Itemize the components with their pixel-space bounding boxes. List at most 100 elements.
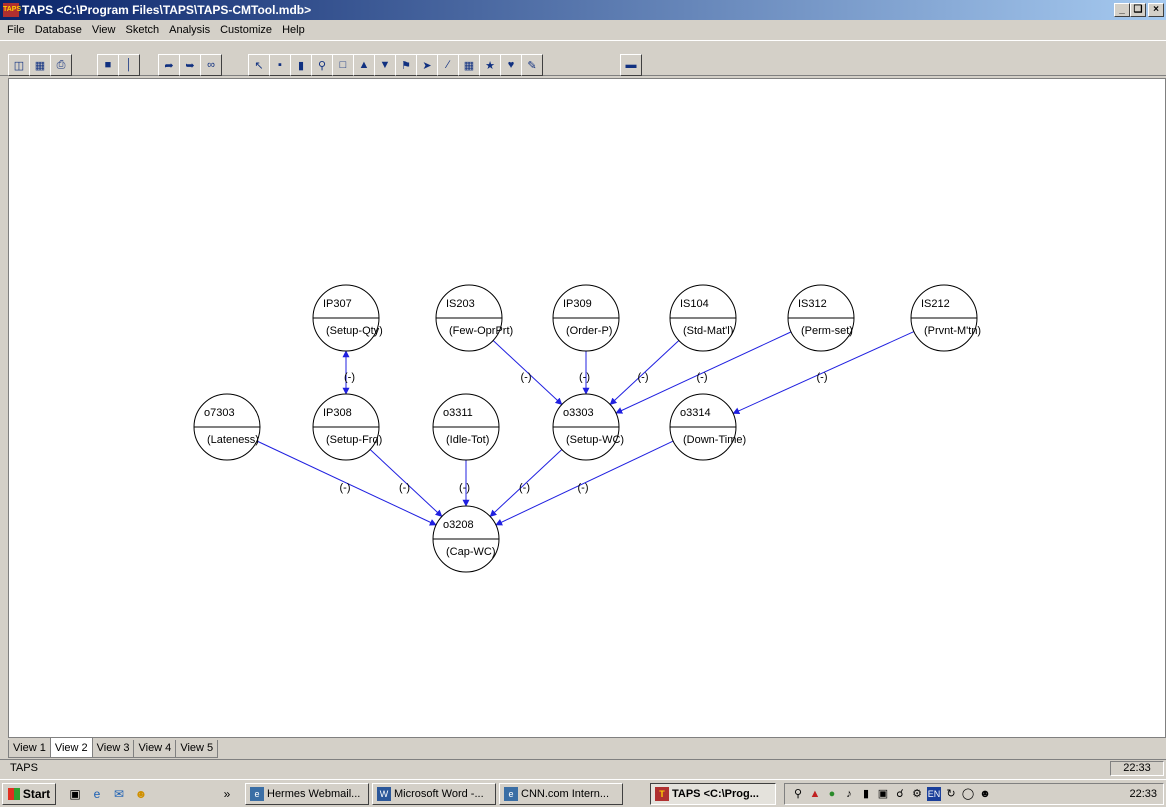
node-o3311[interactable]: o3311 (Idle-Tot) — [432, 393, 500, 461]
tab-view-5[interactable]: View 5 — [175, 740, 219, 758]
menu-database[interactable]: Database — [30, 24, 87, 36]
menu-bar: File Database View Sketch Analysis Custo… — [0, 20, 1166, 39]
node-id-label: o3311 — [443, 407, 473, 419]
outlook-icon[interactable]: ✉ — [110, 786, 128, 802]
system-tray: ⚲ ▲ ● ♪ ▮ ▣ ☌ ⚙ EN ↻ ◯ ☻ 22:33 — [784, 783, 1164, 805]
windows-flag-icon — [7, 788, 20, 800]
menu-help[interactable]: Help — [277, 24, 310, 36]
task-cnn[interactable]: e CNN.com Intern... — [499, 783, 623, 805]
node-id-label: o3303 — [563, 407, 594, 419]
tab-view-2[interactable]: View 2 — [49, 738, 93, 758]
globe-icon[interactable]: ◯ — [961, 787, 975, 801]
node-is312[interactable]: IS312 (Perm-set) — [787, 284, 855, 352]
node-id-label: o7303 — [204, 407, 235, 419]
star-icon[interactable]: ★ — [479, 54, 501, 76]
triangle-up-icon[interactable]: ▲ — [353, 54, 375, 76]
select-icon[interactable]: ↖ — [248, 54, 270, 76]
arrow-icon[interactable]: ➤ — [416, 54, 438, 76]
diagram-canvas[interactable]: (-) (-) (-) (-) (-) (-) (-) (-) (-) (-) (-) IP307 (… — [8, 78, 1166, 738]
bar-icon[interactable]: │ — [118, 54, 140, 76]
connect-icon[interactable]: ▪ — [269, 54, 291, 76]
task-taps[interactable]: T TAPS <C:\Prog... — [650, 783, 776, 805]
grid-icon[interactable]: ▦ — [458, 54, 480, 76]
menu-file[interactable]: File — [2, 24, 30, 36]
task-hermes-webmail[interactable]: e Hermes Webmail... — [245, 783, 369, 805]
node-ip308[interactable]: IP308 (Setup-Frq) — [312, 393, 382, 461]
redo-icon[interactable]: ➦ — [158, 54, 180, 76]
node-is212[interactable]: IS212 (Prvnt-M'tn) — [910, 284, 981, 352]
toolbar: ◫ ▦ ⎙ ■ │ ➦ ➥ ∞ ↖ ▪ ▮ ⚲ □ ▲ ▼ ⚑ ➤ ∕ ▦ ★ … — [0, 40, 1166, 76]
menu-customize[interactable]: Customize — [215, 24, 277, 36]
menu-sketch[interactable]: Sketch — [120, 24, 164, 36]
node-id-label: o3208 — [443, 519, 474, 531]
desktop-icon[interactable]: ▣ — [66, 786, 84, 802]
sync-icon[interactable]: ↻ — [944, 787, 958, 801]
speaker-icon[interactable]: ♪ — [842, 787, 856, 801]
tab-view-1[interactable]: View 1 — [8, 740, 51, 758]
display-icon[interactable]: ▣ — [876, 787, 890, 801]
status-text: TAPS — [10, 762, 38, 774]
language-indicator[interactable]: EN — [927, 787, 941, 801]
magnifier-icon[interactable]: ☌ — [893, 787, 907, 801]
maximize-button[interactable]: ❑ — [1130, 3, 1146, 17]
status-time: 22:33 — [1110, 761, 1164, 776]
view-tabs: View 1 View 2 View 3 View 4 View 5 — [8, 738, 219, 758]
node-o3303[interactable]: o3303 (Setup-WC) — [552, 393, 624, 461]
node-ip309[interactable]: IP309 (Order-P) — [552, 284, 620, 352]
note-icon[interactable]: ✎ — [521, 54, 543, 76]
link-icon[interactable]: ∞ — [200, 54, 222, 76]
search-icon[interactable]: ⚲ — [791, 787, 805, 801]
gray-box-icon[interactable]: ■ — [97, 54, 119, 76]
node-id-label: IS104 — [680, 298, 709, 310]
tab-view-4[interactable]: View 4 — [133, 740, 177, 758]
node-is203[interactable]: IS203 (Few-OprPrt) — [435, 284, 513, 352]
zoom-icon[interactable]: ⚲ — [311, 54, 333, 76]
node-name-label: (Prvnt-M'tn) — [924, 325, 981, 337]
task-microsoft-word[interactable]: W Microsoft Word -... — [372, 783, 496, 805]
node-is104[interactable]: IS104 (Std-Mat'l) — [669, 284, 737, 352]
taskbar-clock: 22:33 — [1129, 788, 1157, 800]
ruler-icon[interactable]: ▬ — [620, 54, 642, 76]
tab-view-3[interactable]: View 3 — [91, 740, 135, 758]
menu-analysis[interactable]: Analysis — [164, 24, 215, 36]
edge-sign-label: (-) — [578, 482, 589, 494]
node-id-label: IP307 — [323, 298, 352, 310]
person-icon[interactable]: ☻ — [978, 787, 992, 801]
save-icon[interactable]: ▦ — [29, 54, 51, 76]
node-o3314[interactable]: o3314 (Down-Time) — [669, 393, 746, 461]
start-button[interactable]: Start — [2, 783, 56, 805]
cause-effect-diagram[interactable]: (-) (-) (-) (-) (-) (-) (-) (-) (-) (-) (-) IP307 (… — [9, 79, 1166, 739]
undo-icon[interactable]: ➥ — [179, 54, 201, 76]
flag-icon[interactable]: ⚑ — [395, 54, 417, 76]
menu-view[interactable]: View — [87, 24, 121, 36]
node-name-label: (Perm-set) — [801, 325, 853, 337]
bars-icon[interactable]: ▮ — [290, 54, 312, 76]
taps-app-icon[interactable]: TAPS — [3, 3, 21, 17]
node-o7303[interactable]: o7303 (Lateness) — [193, 393, 261, 461]
node-name-label: (Setup-WC) — [566, 434, 624, 446]
node-id-label: o3314 — [680, 407, 711, 419]
close-button[interactable]: × — [1148, 3, 1164, 17]
battery-icon[interactable]: ▮ — [859, 787, 873, 801]
edge-sign-label: (-) — [817, 372, 828, 384]
chevron-icon[interactable]: » — [218, 786, 236, 802]
status-bar: TAPS 22:33 — [0, 759, 1166, 777]
title-bar: TAPS TAPS <C:\Program Files\TAPS\TAPS-CM… — [0, 0, 1166, 20]
open-icon[interactable]: ◫ — [8, 54, 30, 76]
start-label: Start — [22, 787, 51, 801]
node-o3208[interactable]: o3208 (Cap-WC) — [432, 505, 500, 573]
network-icon[interactable]: ● — [825, 787, 839, 801]
rectangle-icon[interactable]: □ — [332, 54, 354, 76]
triangle-down-icon[interactable]: ▼ — [374, 54, 396, 76]
shield-icon[interactable]: ▲ — [808, 787, 822, 801]
ie-icon[interactable]: e — [88, 786, 106, 802]
tool-icon[interactable]: ⚙ — [910, 787, 924, 801]
messenger-icon[interactable]: ☻ — [132, 786, 150, 802]
line-icon[interactable]: ∕ — [437, 54, 459, 76]
minimize-button[interactable]: _ — [1114, 3, 1130, 17]
heart-icon[interactable]: ♥ — [500, 54, 522, 76]
print-icon[interactable]: ⎙ — [50, 54, 72, 76]
node-ip307[interactable]: IP307 (Setup-Qty) — [312, 284, 383, 352]
edge-sign-label: (-) — [459, 482, 470, 494]
node-name-label: (Setup-Frq) — [326, 434, 382, 446]
